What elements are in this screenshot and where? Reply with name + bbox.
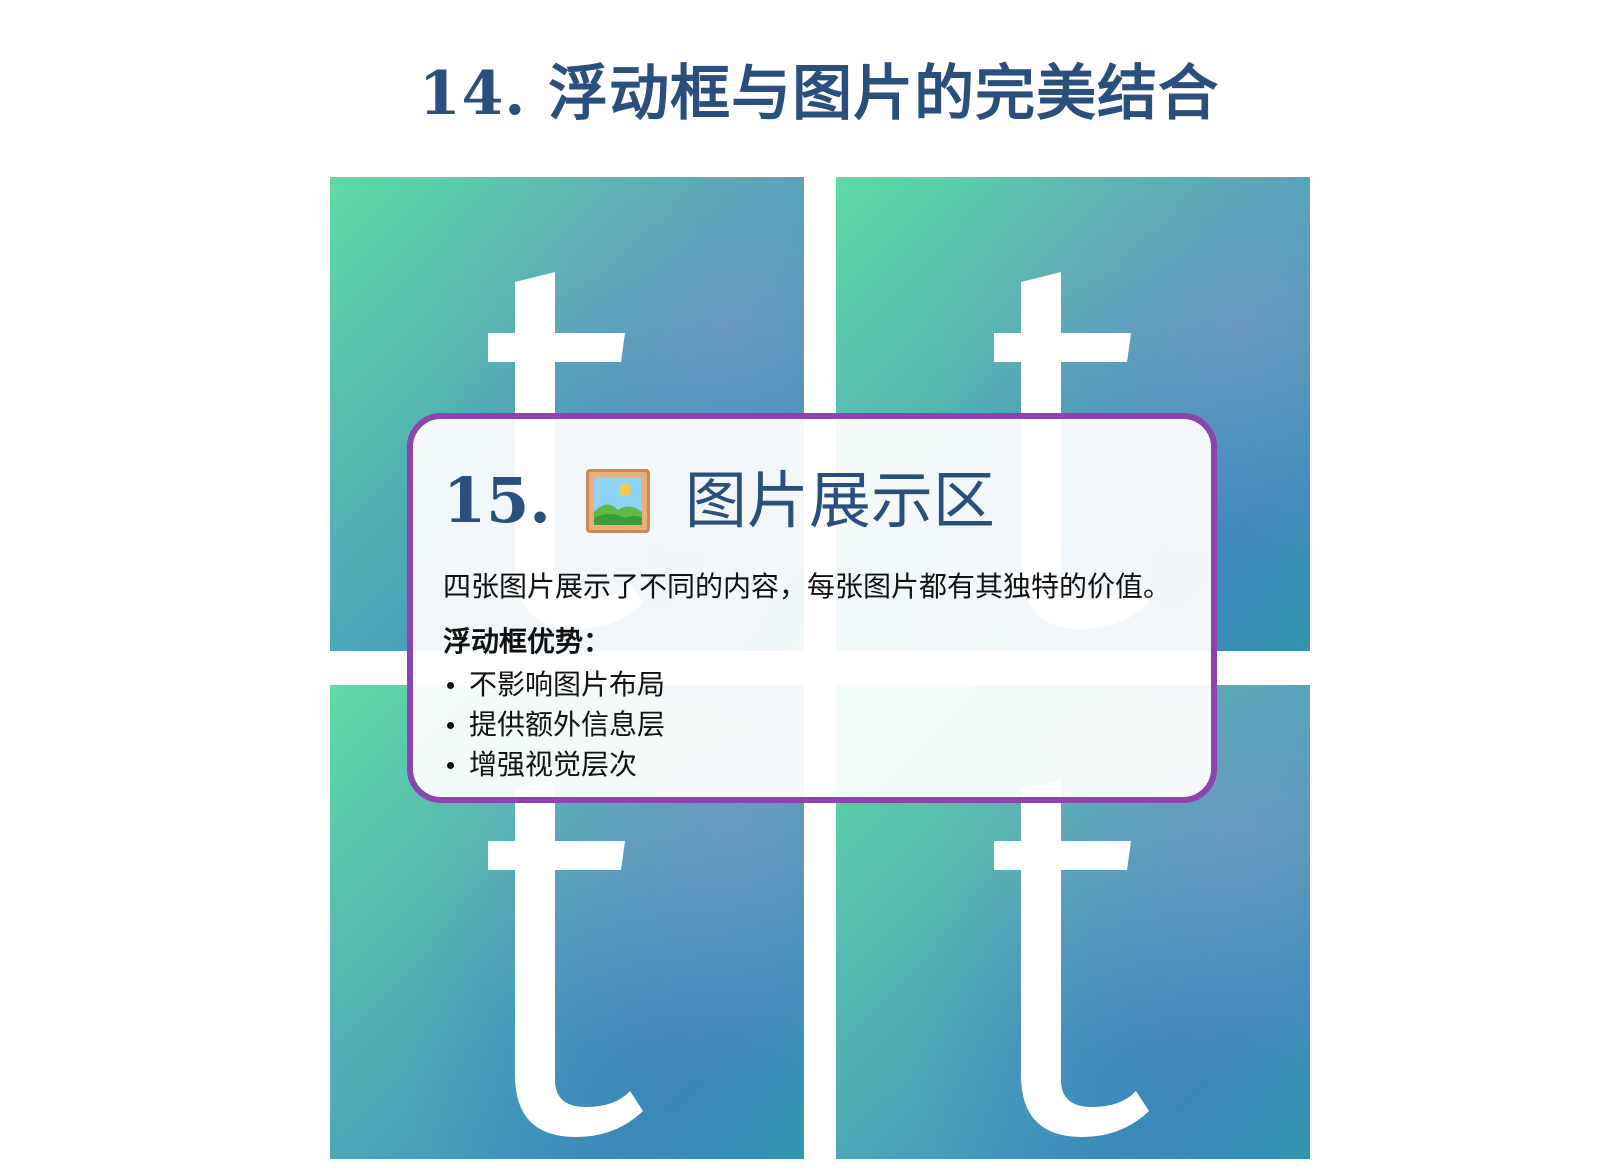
list-item: 提供额外信息层 (443, 705, 1181, 745)
bullet-icon (447, 721, 454, 729)
advantages-list: 不影响图片布局 提供额外信息层 增强视觉层次 (443, 665, 1181, 785)
float-box-title: 图片展示区 (684, 464, 995, 537)
float-box-description: 四张图片展示了不同的内容，每张图片都有其独特的价值。 (443, 570, 1172, 603)
floating-info-box: 15. 图片展示区 四张图片展示了不同的内容，每张图片都有其独特的价值。 浮动框… (407, 413, 1217, 803)
bullet-icon (447, 681, 454, 689)
section-number: 15. (443, 464, 551, 537)
bullet-icon (447, 761, 454, 769)
page-title: 14. 浮动框与图片的完美结合 (418, 59, 1220, 130)
advantages-title: 浮动框优势： (443, 625, 612, 658)
list-item: 增强视觉层次 (443, 745, 1181, 785)
framed-picture-icon (585, 469, 650, 533)
list-item: 不影响图片布局 (443, 665, 1181, 705)
float-box-heading: 15. 图片展示区 (443, 461, 1181, 541)
